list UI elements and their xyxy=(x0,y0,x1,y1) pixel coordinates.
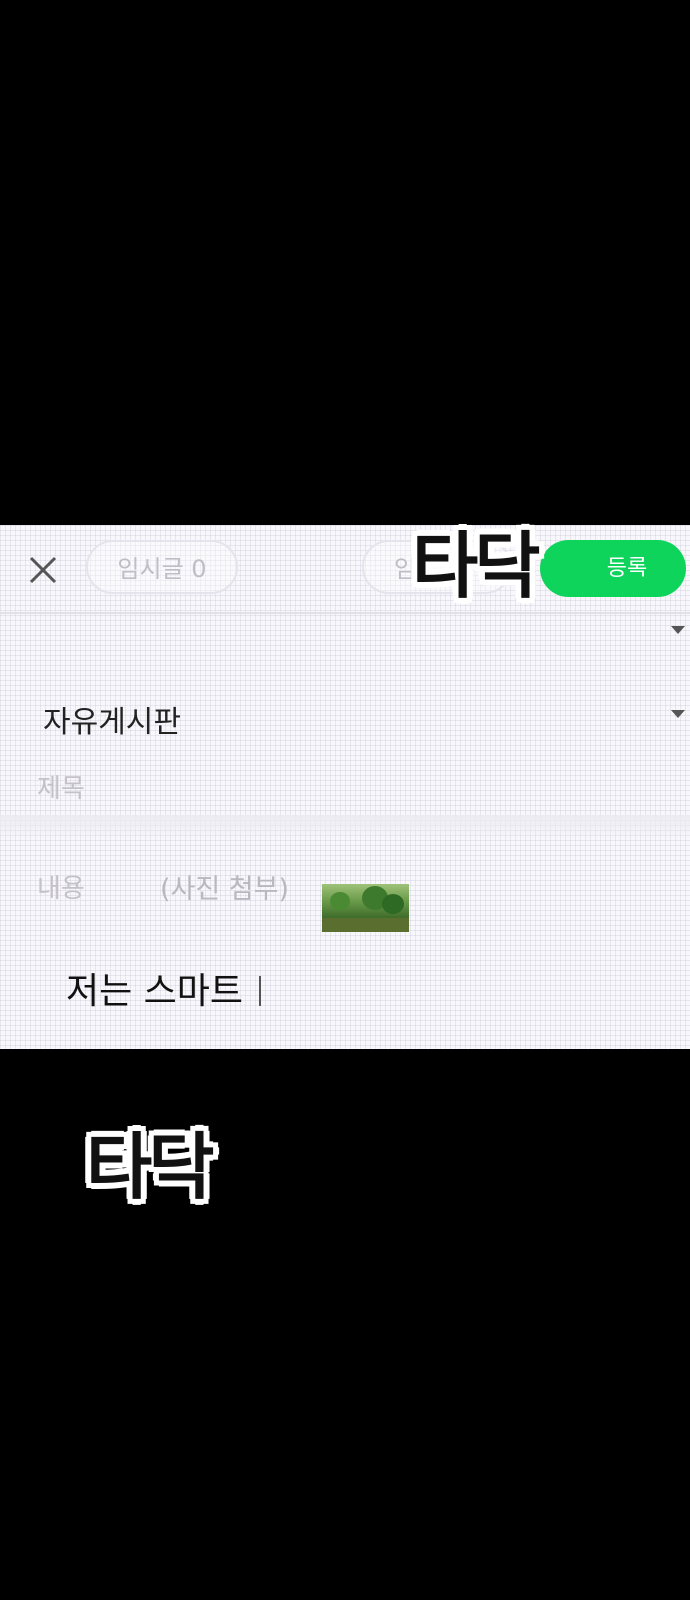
board-select[interactable]: 자유게시판 xyxy=(43,697,181,741)
attached-image-thumbnail[interactable] xyxy=(322,884,409,932)
title-input[interactable]: 제목 xyxy=(37,768,85,805)
dropdown-caret-icon[interactable] xyxy=(671,626,685,634)
post-editor: 임시글 0 임 등록 자유게시판 제목 내용 (사진 첨부) 저는 스마트 xyxy=(0,525,690,1049)
content-input[interactable]: 내용 xyxy=(37,868,85,905)
temp-posts-button[interactable]: 임시글 0 xyxy=(86,540,238,594)
sound-effect-bottom: 타닥 xyxy=(86,1125,215,1209)
typed-text: 저는 스마트 xyxy=(66,971,244,1012)
text-cursor xyxy=(259,976,262,1006)
sound-effect-top: 타닥 xyxy=(412,524,541,608)
title-divider xyxy=(0,815,690,839)
attach-photo-label: (사진 첨부) xyxy=(160,874,290,905)
register-button[interactable]: 등록 xyxy=(540,540,686,597)
header-divider xyxy=(0,612,690,614)
board-dropdown-caret-icon[interactable] xyxy=(671,710,685,718)
typed-content-text[interactable]: 저는 스마트 xyxy=(66,962,262,1014)
close-icon[interactable] xyxy=(26,553,60,587)
